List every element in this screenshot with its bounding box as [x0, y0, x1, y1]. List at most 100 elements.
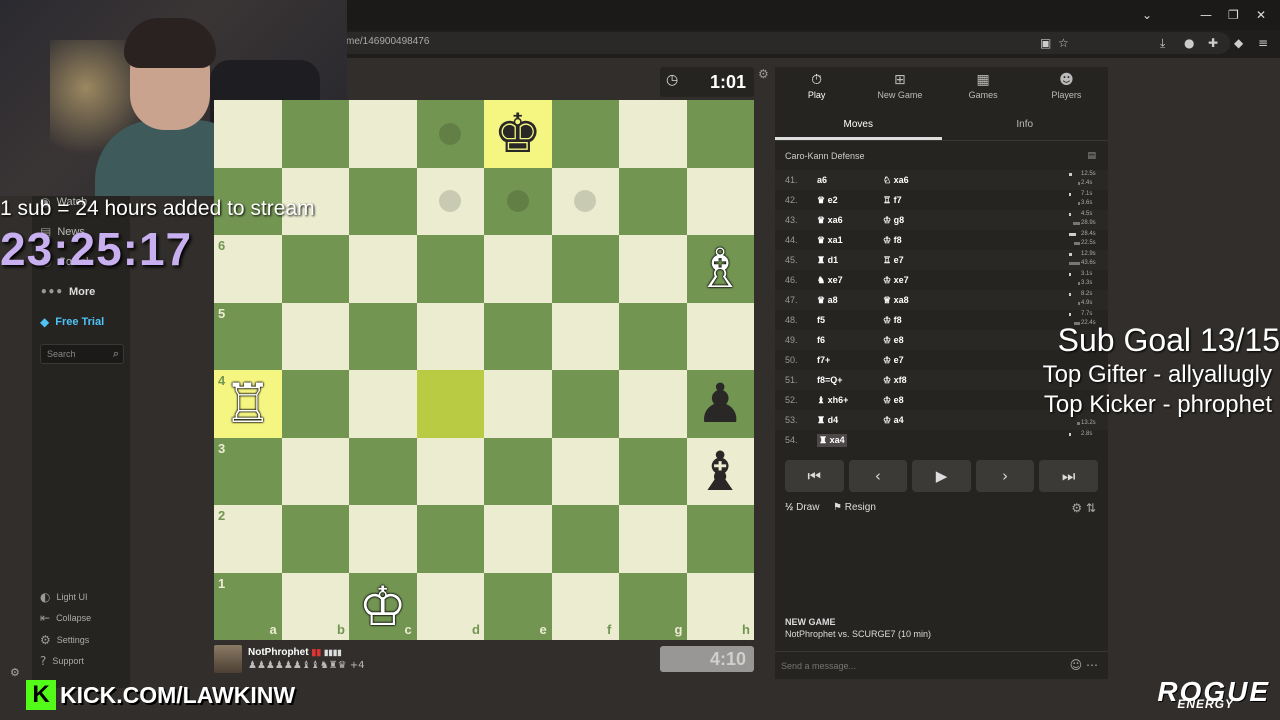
board-square[interactable]: [686, 302, 754, 370]
sidebar-search[interactable]: Search ⌕: [40, 344, 124, 364]
white-move[interactable]: f8=Q+: [817, 375, 843, 385]
board-square[interactable]: [416, 302, 484, 370]
sidebar-item-more[interactable]: ••• More: [40, 285, 95, 299]
board-square[interactable]: [551, 100, 619, 168]
move-hint-dot[interactable]: [439, 122, 462, 145]
black-king-icon[interactable]: ♚: [484, 100, 552, 168]
black-move[interactable]: ♘ xa6: [883, 175, 909, 186]
draw-button[interactable]: ½ Draw: [785, 502, 819, 513]
white-move[interactable]: f7+: [817, 355, 830, 365]
white-move[interactable]: ♛ a8: [817, 295, 838, 306]
board-square[interactable]: [349, 235, 417, 303]
tab-info[interactable]: Info: [942, 111, 1109, 140]
board-square[interactable]: [619, 235, 687, 303]
white-move[interactable]: ♛ e2: [817, 195, 838, 206]
sidebar-item-support[interactable]: ? Support: [40, 654, 84, 668]
white-bishop-icon[interactable]: ♗: [687, 235, 755, 303]
resign-button[interactable]: ⚑ Resign: [833, 502, 876, 513]
board-square[interactable]: [416, 235, 484, 303]
black-move[interactable]: ♔ e8: [883, 335, 904, 346]
black-move[interactable]: ♔ e7: [883, 355, 904, 366]
board-square[interactable]: [551, 370, 619, 438]
emoji-icon[interactable]: ☺ ⋯: [1070, 658, 1098, 672]
black-move[interactable]: ♔ a4: [883, 415, 904, 426]
board-square[interactable]: [349, 167, 417, 235]
profile-icon[interactable]: ●: [1184, 36, 1194, 50]
white-move[interactable]: ♛ xa1: [817, 235, 843, 246]
white-move[interactable]: f6: [817, 335, 825, 345]
black-bishop-icon[interactable]: ♝: [687, 438, 755, 506]
black-move[interactable]: ♖ e7: [883, 255, 904, 266]
flip-board-icon[interactable]: ⚙ ⇅: [1071, 501, 1096, 515]
board-square[interactable]: [281, 437, 349, 505]
tab-new-game[interactable]: ⊞ New Game: [858, 67, 941, 107]
white-move[interactable]: ♞ xe7: [817, 275, 843, 286]
minimize-window-icon[interactable]: —: [1200, 8, 1212, 22]
board-square[interactable]: [551, 235, 619, 303]
board-square[interactable]: [551, 505, 619, 573]
white-move[interactable]: ♜ d1: [817, 255, 838, 266]
board-square[interactable]: [484, 505, 552, 573]
board-square[interactable]: [349, 370, 417, 438]
white-move[interactable]: f5: [817, 315, 825, 325]
board-square[interactable]: [686, 505, 754, 573]
tab-moves[interactable]: Moves: [775, 111, 942, 140]
board-square[interactable]: [281, 302, 349, 370]
board-square[interactable]: [484, 302, 552, 370]
board-square[interactable]: [484, 370, 552, 438]
white-move[interactable]: ♝ xh6+: [817, 395, 848, 406]
white-move[interactable]: ♜ xa4: [817, 434, 847, 447]
black-move[interactable]: ♔ f8: [883, 235, 902, 246]
tab-games[interactable]: ▦ Games: [942, 67, 1025, 107]
avatar[interactable]: [214, 645, 242, 673]
board-square[interactable]: [281, 235, 349, 303]
board-square[interactable]: [484, 235, 552, 303]
play-button[interactable]: ▶: [912, 460, 971, 492]
board-settings-icon[interactable]: ⚙: [758, 67, 769, 81]
gear-icon[interactable]: ⚙: [10, 666, 20, 679]
reader-icon[interactable]: ▣: [1040, 36, 1051, 50]
board-square[interactable]: [349, 302, 417, 370]
board-square[interactable]: [619, 370, 687, 438]
board-square[interactable]: [416, 437, 484, 505]
next-move-button[interactable]: ›: [975, 460, 1035, 492]
sidebar-item-free-trial[interactable]: ◆ Free Trial: [40, 315, 104, 329]
black-move[interactable]: ♔ g8: [883, 215, 904, 226]
black-move[interactable]: ♖ f7: [883, 195, 902, 206]
board-square[interactable]: [349, 100, 417, 168]
board-square[interactable]: [281, 370, 349, 438]
black-move[interactable]: ♔ xe7: [883, 275, 909, 286]
board-square[interactable]: [416, 505, 484, 573]
minimize-icon[interactable]: ⌄: [1142, 8, 1152, 22]
board-square[interactable]: [619, 505, 687, 573]
chat-input[interactable]: [781, 656, 1061, 676]
board-square[interactable]: [619, 302, 687, 370]
board-square[interactable]: [619, 437, 687, 505]
white-move[interactable]: ♜ d4: [817, 415, 838, 426]
board-square[interactable]: [619, 167, 687, 235]
board-square[interactable]: [551, 302, 619, 370]
close-window-icon[interactable]: ✕: [1256, 8, 1266, 22]
book-icon[interactable]: ▤: [1087, 151, 1096, 161]
board-square[interactable]: [349, 437, 417, 505]
download-icon[interactable]: ⤓: [1160, 36, 1165, 51]
board-square[interactable]: [349, 505, 417, 573]
board-square[interactable]: [686, 167, 754, 235]
black-pawn-icon[interactable]: ♟: [687, 370, 755, 438]
board-square[interactable]: [551, 437, 619, 505]
white-move[interactable]: ♛ xa6: [817, 215, 843, 226]
board-square[interactable]: [686, 100, 754, 168]
board-square[interactable]: [214, 100, 282, 168]
last-move-button[interactable]: ⏭: [1039, 460, 1098, 492]
board-square[interactable]: [484, 437, 552, 505]
chess-board[interactable]: ♚ ♗ ♖ ♟ ♝ ♔ 6 5 4 3 2 1 a b c d e f g h: [214, 100, 754, 640]
shield-icon[interactable]: ◆: [1234, 36, 1243, 50]
player-name[interactable]: NotPhrophet ▮▮ ▮▮▮▮: [248, 647, 342, 658]
sidebar-item-light-ui[interactable]: ◐ Light UI: [40, 590, 88, 604]
board-square[interactable]: [619, 100, 687, 168]
black-move[interactable]: ♕ xa8: [883, 295, 909, 306]
extensions-icon[interactable]: ✚: [1208, 36, 1218, 50]
bookmark-star-icon[interactable]: ☆: [1058, 36, 1069, 50]
black-move[interactable]: ♔ xf8: [883, 375, 907, 386]
tab-players[interactable]: ☻ Players: [1025, 67, 1108, 107]
